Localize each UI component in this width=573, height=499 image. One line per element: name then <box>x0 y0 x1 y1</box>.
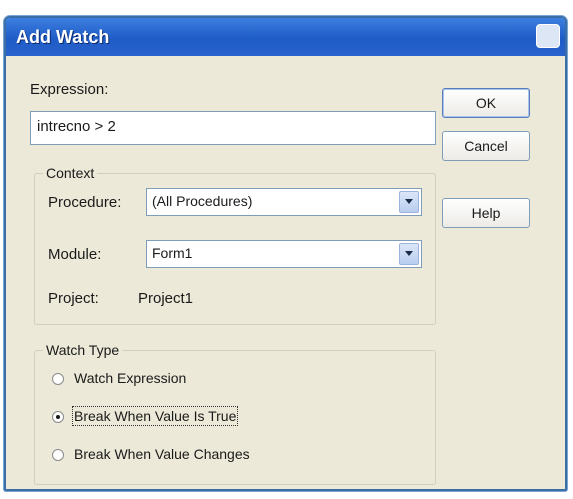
add-watch-dialog: Add Watch Expression: intrecno > 2 OK Ca… <box>4 16 567 491</box>
context-legend: Context <box>43 165 98 181</box>
radio-button[interactable] <box>52 373 64 385</box>
procedure-select[interactable]: (All Procedures) <box>146 188 422 216</box>
project-value: Project1 <box>138 290 194 307</box>
module-value: Form1 <box>152 245 193 261</box>
radio-label: Break When Value Changes <box>74 446 250 462</box>
help-button[interactable]: Help <box>442 198 530 228</box>
radio-label: Watch Expression <box>74 370 187 386</box>
title-bar[interactable]: Add Watch <box>6 18 565 56</box>
project-label: Project: <box>48 290 99 307</box>
radio-label: Break When Value Is True <box>71 406 239 426</box>
watch-type-legend: Watch Type <box>43 342 123 358</box>
close-icon[interactable] <box>536 24 560 48</box>
radio-button[interactable] <box>52 411 64 423</box>
chevron-down-icon[interactable] <box>399 191 419 213</box>
dialog-title: Add Watch <box>16 27 110 47</box>
module-label: Module: <box>48 246 102 263</box>
radio-button[interactable] <box>52 449 64 461</box>
radio-selected-dot <box>56 415 60 419</box>
cancel-button[interactable]: Cancel <box>442 131 530 161</box>
module-select[interactable]: Form1 <box>146 240 422 268</box>
procedure-label: Procedure: <box>48 194 122 211</box>
expression-input[interactable]: intrecno > 2 <box>30 111 436 145</box>
expression-label: Expression: <box>30 81 109 98</box>
ok-button[interactable]: OK <box>442 88 530 118</box>
procedure-value: (All Procedures) <box>152 193 253 209</box>
chevron-down-icon[interactable] <box>399 243 419 265</box>
